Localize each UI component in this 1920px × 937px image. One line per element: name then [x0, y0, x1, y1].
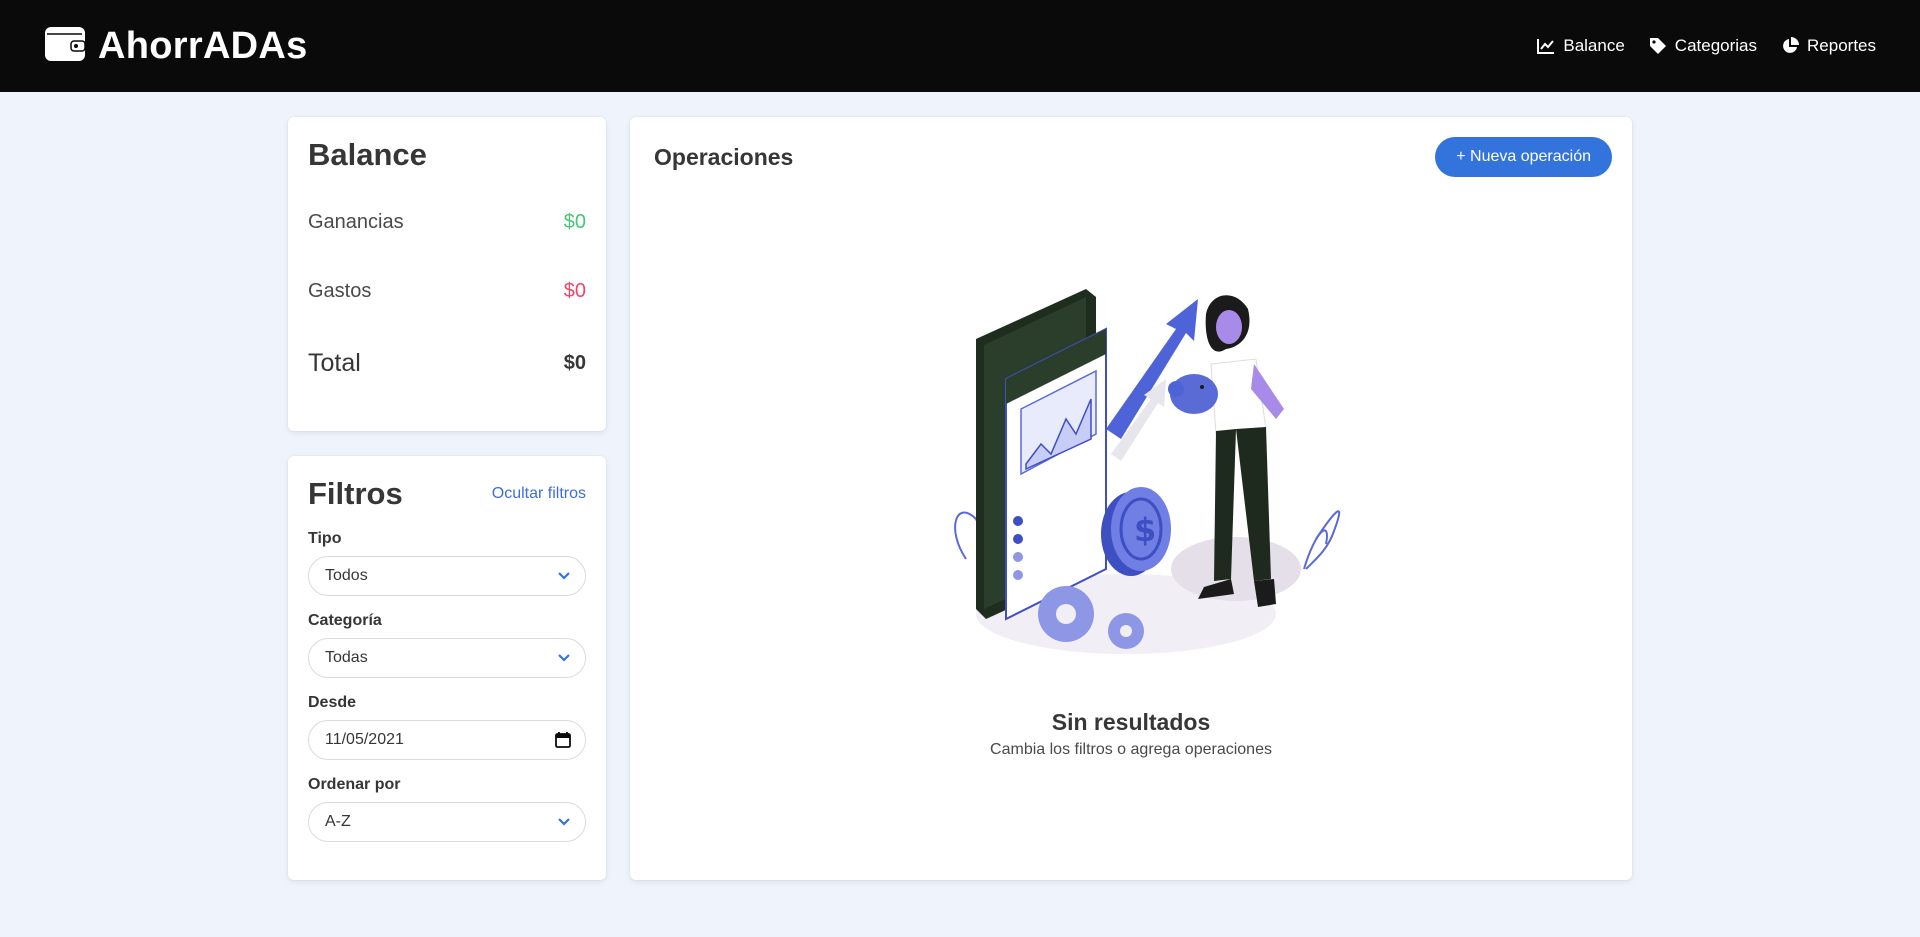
hide-filters-link[interactable]: Ocultar filtros [492, 485, 586, 503]
nav-item-label: Reportes [1807, 36, 1876, 55]
expenses-label: Gastos [308, 280, 372, 302]
operations-header: Operaciones + Nueva operación [654, 137, 1612, 177]
balance-title: Balance [308, 137, 427, 172]
brand[interactable]: AhorrADAs [44, 25, 308, 68]
tag-icon [1649, 37, 1667, 55]
type-value: Todos [325, 567, 368, 584]
earnings-label: Ganancias [308, 211, 404, 233]
nav-item-reportes[interactable]: Reportes [1781, 36, 1876, 56]
chart-line-icon [1537, 38, 1555, 54]
chevron-down-icon [557, 651, 571, 670]
category-value: Todas [325, 649, 368, 666]
nav-item-balance[interactable]: Balance [1537, 36, 1625, 56]
calendar-icon[interactable] [555, 731, 571, 753]
order-value: A-Z [325, 813, 351, 830]
app-title: AhorrADAs [98, 24, 308, 67]
empty-title: Sin resultados [1051, 709, 1211, 735]
category-label: Categoría [308, 612, 382, 629]
order-label: Ordenar por [308, 776, 401, 793]
operations-title: Operaciones [654, 143, 794, 170]
type-select[interactable]: Todos [308, 556, 586, 596]
total-value: $0 [563, 352, 586, 374]
filters-card: Filtros Ocultar filtros Tipo Todos Categ… [288, 456, 606, 880]
filters-title: Filtros [308, 476, 403, 511]
svg-text:$: $ [1134, 511, 1156, 549]
nav-item-categorias[interactable]: Categorias [1649, 36, 1757, 56]
type-label: Tipo [308, 530, 342, 547]
order-select[interactable]: A-Z [308, 802, 586, 842]
total-label: Total [308, 349, 361, 377]
total-row: Total $0 [308, 349, 586, 378]
earnings-row: Ganancias $0 [308, 211, 586, 234]
category-select[interactable]: Todas [308, 638, 586, 678]
empty-state-illustration: $ [954, 289, 1341, 654]
earnings-value: $0 [563, 211, 586, 233]
nav-item-label: Categorias [1674, 36, 1758, 55]
from-date-input[interactable]: 11/05/2021 [308, 720, 586, 760]
pie-chart-icon [1781, 37, 1800, 55]
nav-menu: Balance Categorias Reportes [1537, 36, 1876, 56]
empty-subtitle: Cambia los filtros o agrega operaciones [990, 741, 1272, 758]
from-date-value: 11/05/2021 [325, 731, 404, 748]
new-operation-button[interactable]: + Nueva operación [1435, 137, 1612, 177]
filters-header: Filtros Ocultar filtros [308, 476, 586, 512]
chevron-down-icon [557, 815, 571, 834]
expenses-value: $0 [563, 280, 586, 302]
navbar: AhorrADAs Balance Categorias Reportes [0, 0, 1920, 92]
wallet-icon [44, 25, 86, 68]
from-label: Desde [308, 694, 357, 711]
chevron-down-icon [557, 569, 571, 588]
nav-item-label: Balance [1563, 36, 1625, 55]
balance-card: Balance Ganancias $0 Gastos $0 Total $0 [288, 117, 606, 431]
expenses-row: Gastos $0 [308, 280, 586, 303]
operations-card: Operaciones + Nueva operación $ Sin resu… [630, 117, 1632, 880]
